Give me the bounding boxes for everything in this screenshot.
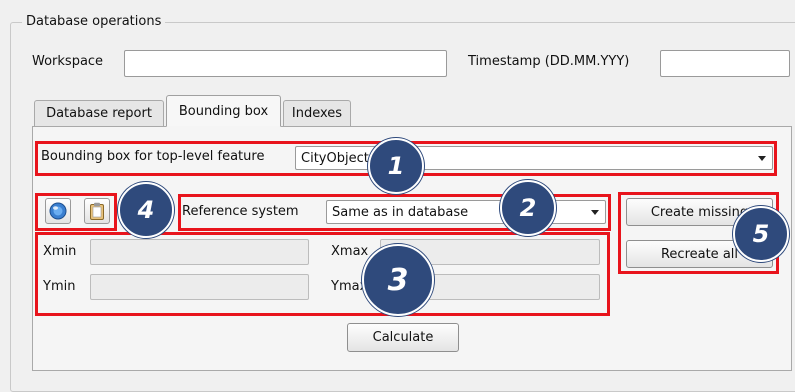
annotation-badge-4: 4 <box>118 182 174 238</box>
annotation-badge-2: 2 <box>500 180 556 236</box>
calculate-button[interactable]: Calculate <box>347 323 459 352</box>
timestamp-input[interactable] <box>660 50 790 77</box>
annotation-badge-1: 1 <box>368 138 424 194</box>
timestamp-label: Timestamp (DD.MM.YYY) <box>468 54 630 69</box>
tab-database-report[interactable]: Database report <box>34 100 164 126</box>
workspace-input[interactable] <box>124 50 447 77</box>
tab-label: Bounding box <box>178 103 269 119</box>
tab-label: Database report <box>46 106 152 121</box>
highlight-coordinates <box>35 232 610 316</box>
tab-label: Indexes <box>291 106 343 121</box>
calculate-button-label: Calculate <box>372 330 434 345</box>
group-title: Database operations <box>22 14 166 29</box>
annotation-badge-3: 3 <box>362 244 434 316</box>
highlight-icons <box>35 193 117 231</box>
tab-indexes[interactable]: Indexes <box>283 100 351 126</box>
tab-bounding-box[interactable]: Bounding box <box>166 95 281 127</box>
annotation-badge-5: 5 <box>733 206 789 262</box>
workspace-label: Workspace <box>32 54 104 69</box>
